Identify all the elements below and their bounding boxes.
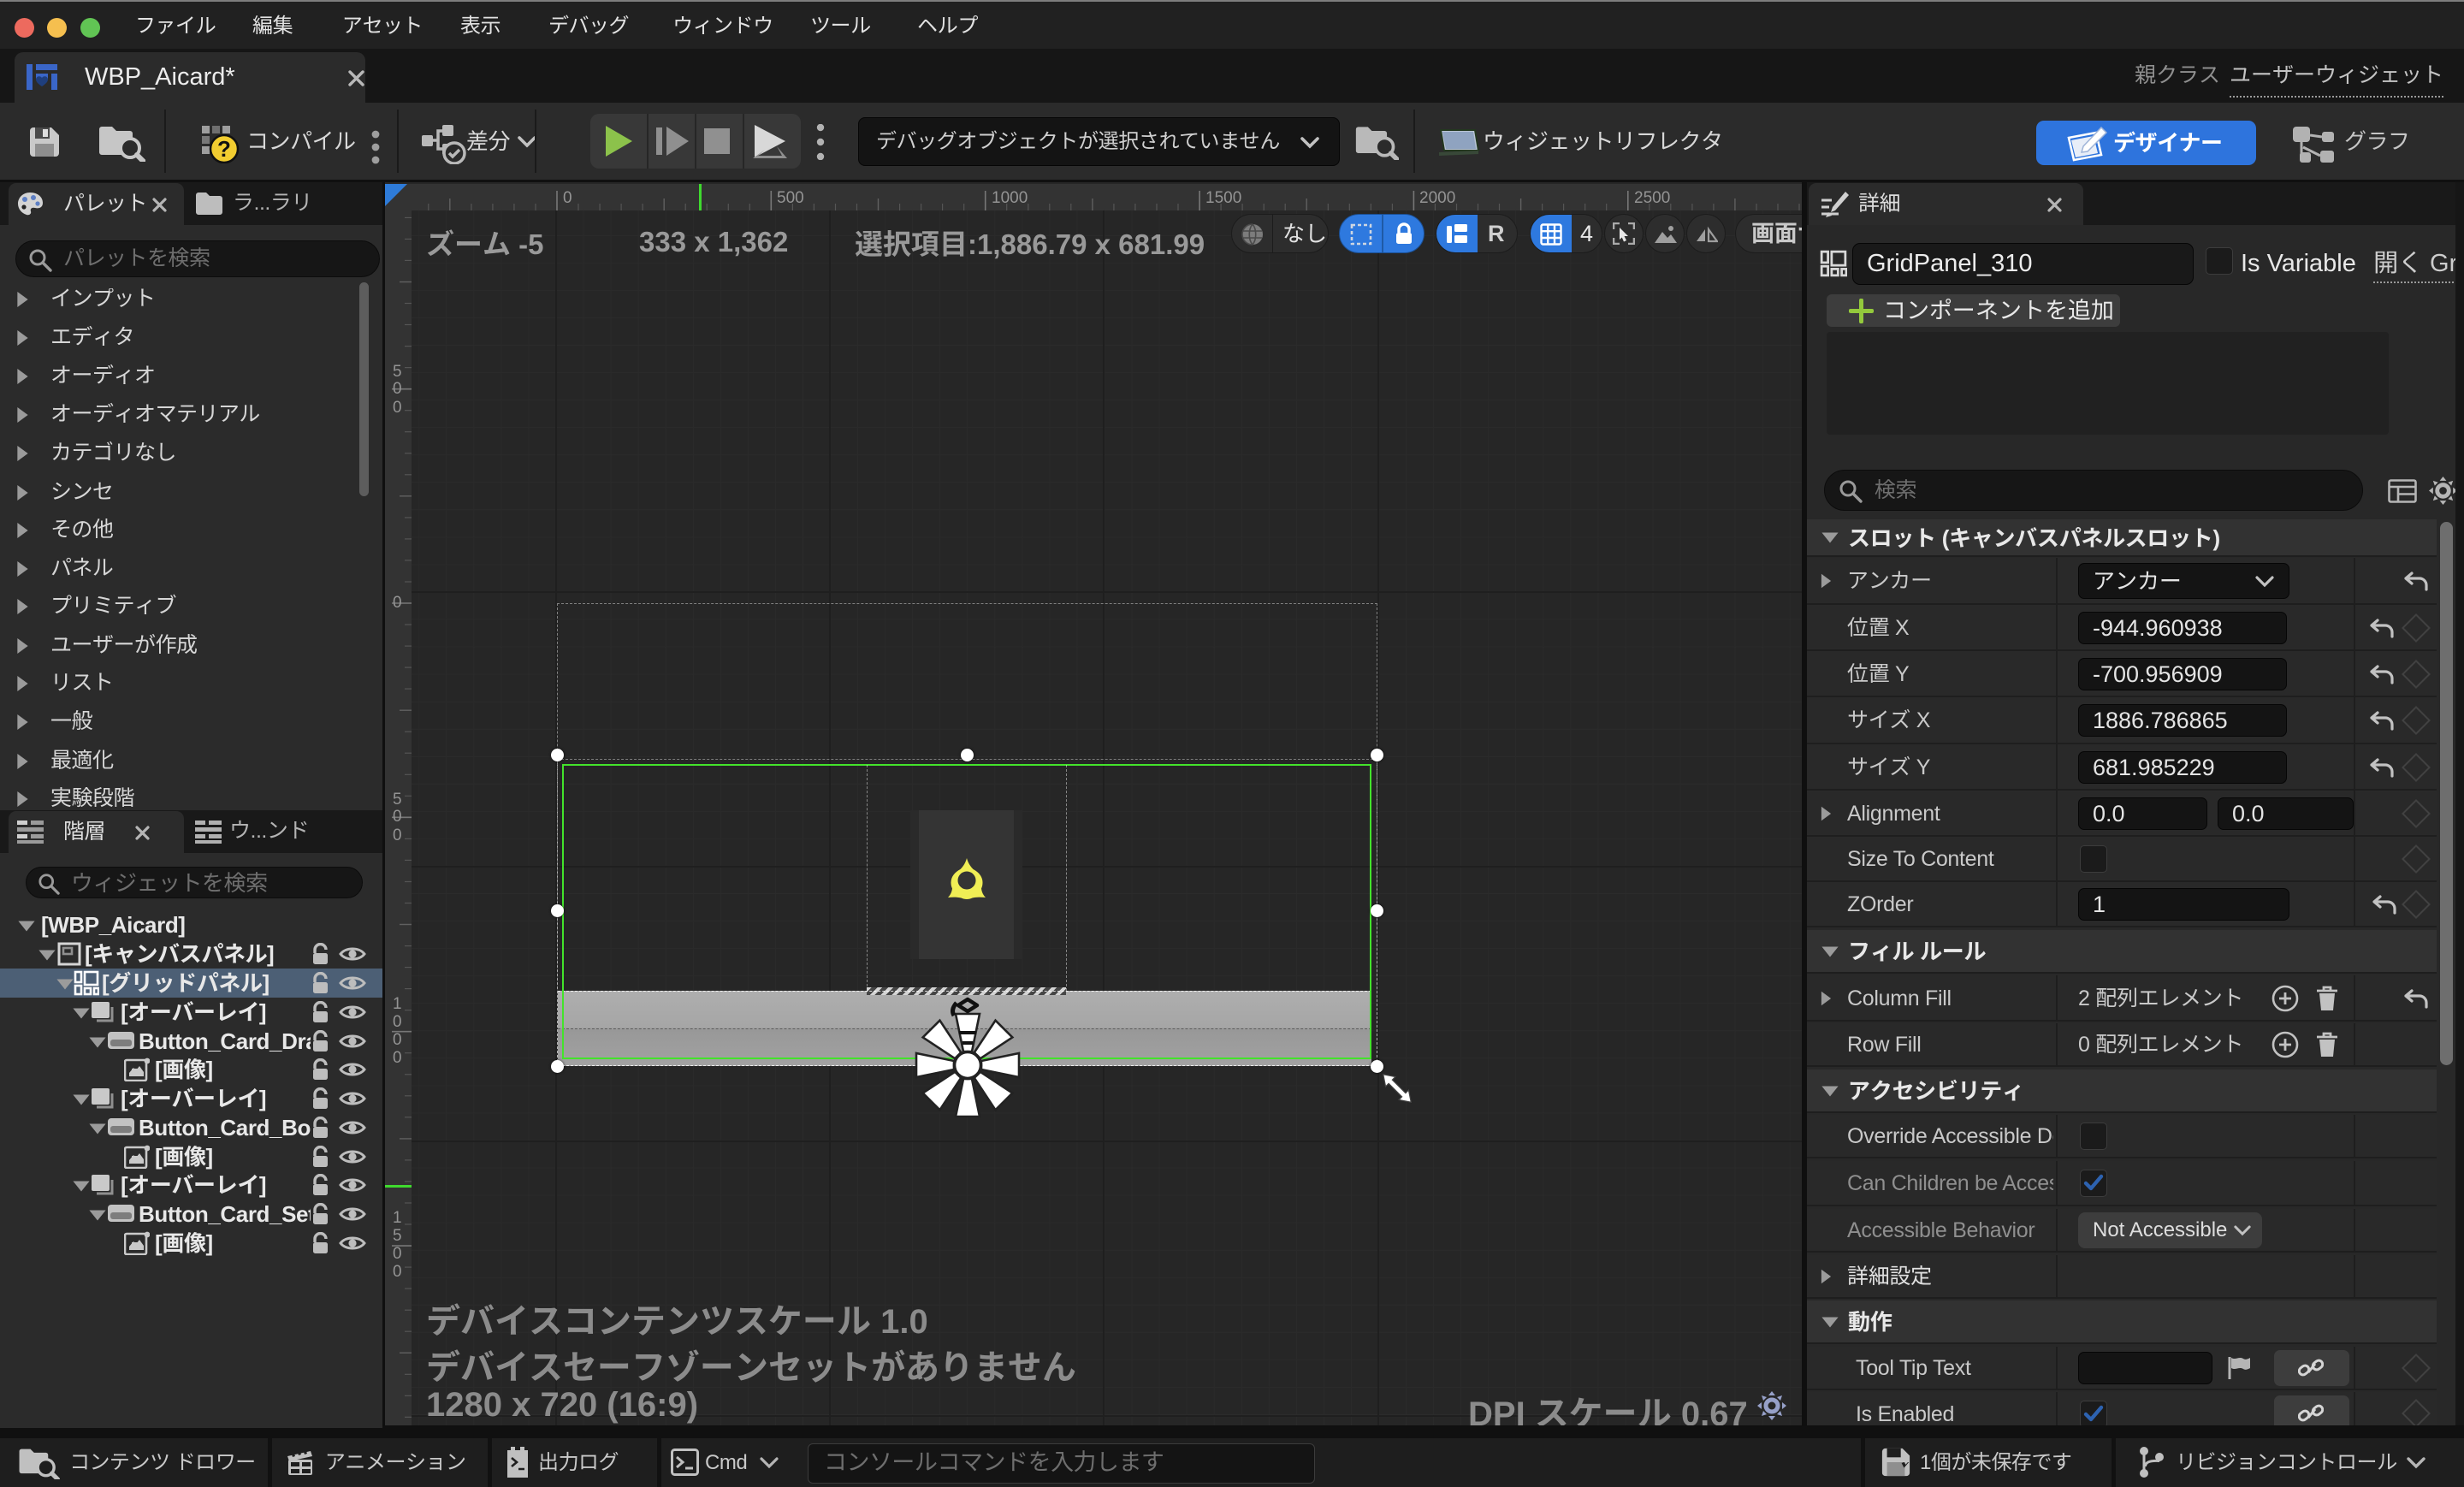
svg-text:1: 1: [393, 995, 402, 1013]
svg-text:0: 0: [393, 1049, 402, 1067]
svg-text:?: ?: [217, 136, 231, 162]
svg-text:0: 0: [393, 380, 402, 398]
svg-text:5: 5: [393, 1227, 402, 1245]
svg-text:0: 0: [393, 808, 402, 826]
svg-text:0: 0: [393, 1013, 402, 1031]
svg-text:5: 5: [393, 363, 402, 381]
svg-text:5: 5: [393, 791, 402, 809]
svg-text:0: 0: [563, 189, 572, 207]
svg-text:1000: 1000: [992, 189, 1028, 207]
svg-text:500: 500: [777, 189, 804, 207]
svg-text:2000: 2000: [1419, 189, 1455, 207]
svg-text:1: 1: [393, 1209, 402, 1227]
svg-text:0: 0: [393, 594, 402, 612]
svg-text:0: 0: [393, 1031, 402, 1049]
svg-text:0: 0: [393, 1263, 402, 1281]
svg-text:0: 0: [393, 399, 402, 417]
svg-text:0: 0: [393, 1245, 402, 1263]
svg-text:2500: 2500: [1634, 189, 1670, 207]
svg-text:0: 0: [393, 826, 402, 844]
svg-text:1500: 1500: [1205, 189, 1241, 207]
